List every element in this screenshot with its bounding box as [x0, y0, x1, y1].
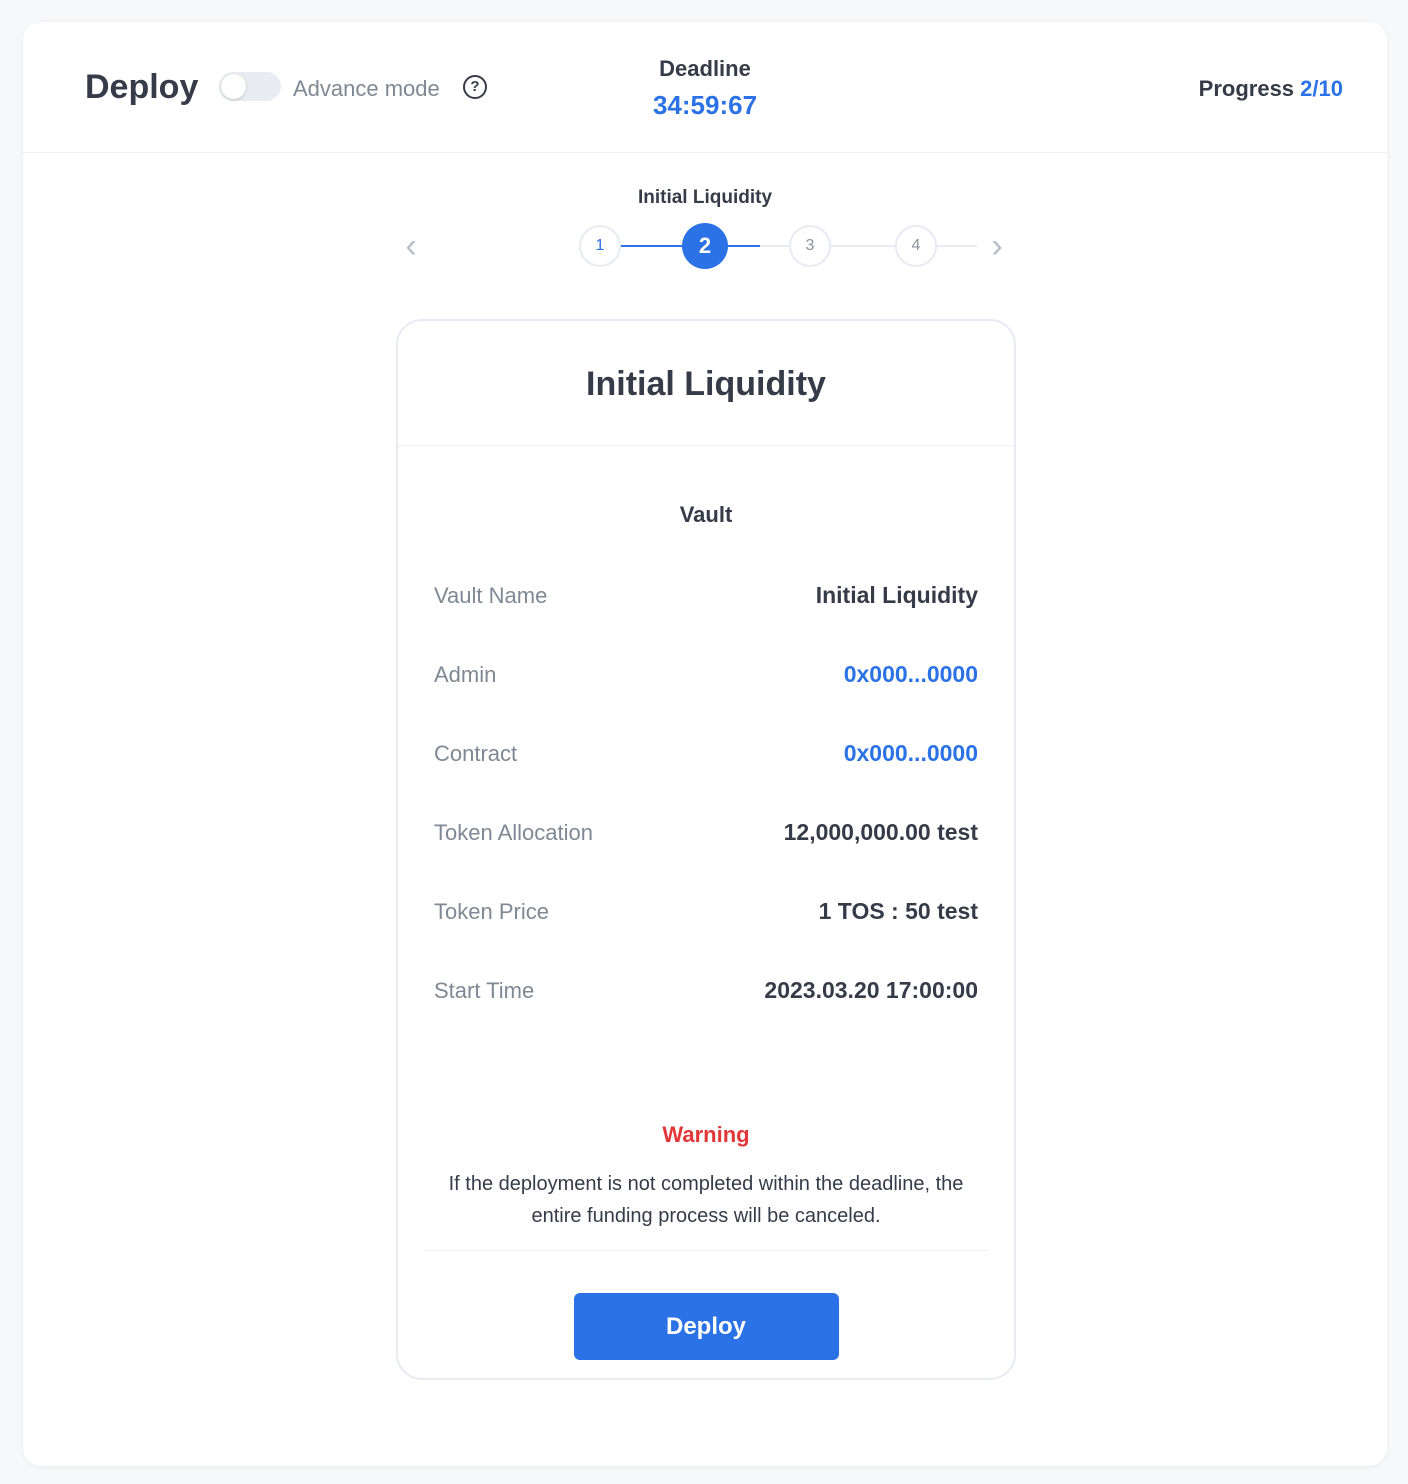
step-connector [831, 245, 897, 247]
deadline-countdown: 34:59:67 [652, 90, 758, 120]
detail-label: Contract [434, 740, 518, 766]
warning-title: Warning [662, 1122, 750, 1147]
vault-card: Initial Liquidity Vault Vault Name Initi… [396, 319, 1016, 1380]
detail-label: Token Price [434, 898, 549, 924]
page-header: Deploy Advance mode ? Deadline 34:59:67 … [23, 22, 1387, 153]
warning-text: If the deployment is not completed withi… [448, 1173, 964, 1227]
detail-row-contract: Contract 0x000...0000 [434, 714, 978, 793]
step-1[interactable]: 1 [579, 225, 621, 267]
step-4[interactable]: 4 [895, 225, 937, 267]
advance-mode-label: Advance mode [293, 76, 440, 101]
deploy-button[interactable]: Deploy [573, 1293, 839, 1360]
detail-value: 2023.03.20 17:00:00 [764, 977, 978, 1003]
detail-value: 1 TOS : 50 test [818, 898, 978, 924]
detail-label: Vault Name [434, 582, 548, 608]
step-connector [760, 245, 790, 247]
detail-row-token-allocation: Token Allocation 12,000,000.00 test [434, 793, 978, 872]
step-2[interactable]: 2 [682, 223, 728, 269]
detail-label: Admin [434, 661, 497, 687]
vault-details: Vault Name Initial Liquidity Admin 0x000… [434, 556, 978, 1030]
stepper: 1 2 3 4 [23, 222, 1387, 272]
advance-mode-toggle[interactable] [219, 72, 281, 101]
detail-row-vault-name: Vault Name Initial Liquidity [434, 556, 978, 635]
page-title: Deploy [85, 68, 199, 106]
detail-row-start-time: Start Time 2023.03.20 17:00:00 [434, 951, 978, 1030]
deadline-label: Deadline [659, 56, 751, 81]
progress-indicator: Progress 2/10 [1199, 76, 1343, 102]
deploy-panel: Deploy Advance mode ? Deadline 34:59:67 … [23, 22, 1387, 1466]
step-3[interactable]: 3 [789, 225, 831, 267]
progress-label: Progress [1198, 76, 1295, 101]
step-title: Initial Liquidity [637, 187, 773, 208]
progress-count: 2/10 [1300, 76, 1343, 101]
step-connector [621, 245, 685, 247]
detail-row-token-price: Token Price 1 TOS : 50 test [434, 872, 978, 951]
detail-value: Initial Liquidity [815, 582, 978, 608]
contract-address-link[interactable]: 0x000...0000 [844, 740, 978, 767]
divider [424, 1250, 988, 1251]
step-connector [937, 245, 977, 247]
card-title: Initial Liquidity [398, 321, 1014, 446]
detail-row-admin: Admin 0x000...0000 [434, 635, 978, 714]
step-connector [728, 245, 760, 247]
question-circle-icon[interactable]: ? [463, 75, 487, 99]
detail-value: 12,000,000.00 test [783, 819, 978, 845]
section-title: Vault [679, 502, 733, 527]
detail-label: Start Time [434, 977, 535, 1003]
admin-address-link[interactable]: 0x000...0000 [844, 661, 978, 688]
deadline: Deadline 34:59:67 [605, 56, 805, 121]
toggle-knob [221, 74, 246, 99]
detail-label: Token Allocation [434, 819, 593, 845]
